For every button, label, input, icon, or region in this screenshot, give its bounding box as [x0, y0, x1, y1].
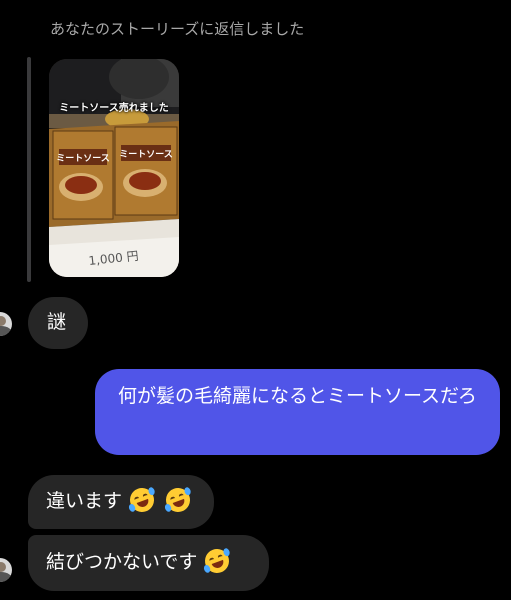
story-thumbnail[interactable]: ミートソース ミートソース 1,000 円 ミートソース売れました: [49, 59, 179, 277]
package-label-left: ミートソース: [56, 153, 110, 164]
message-text: 謎: [47, 311, 67, 333]
rolling-on-floor-laughing-emoji: [162, 484, 194, 516]
avatar-shoulders: [0, 572, 12, 582]
avatar-face: [0, 316, 6, 326]
message-bubble-outgoing[interactable]: 何が髪の毛綺麗になるとミートソースだろ: [95, 369, 500, 455]
story-caption: ミートソース売れました: [59, 103, 169, 114]
message-bubble-incoming[interactable]: 結びつかないです: [28, 535, 269, 591]
message-bubble-incoming[interactable]: 違います: [28, 475, 214, 529]
rolling-on-floor-laughing-emoji: [126, 484, 158, 516]
message-text: 違います: [46, 490, 123, 512]
message-text: 結びつかないです: [46, 551, 198, 573]
message-text: 何が髪の毛綺麗になるとミートソースだろ: [118, 385, 477, 407]
avatar[interactable]: [0, 312, 12, 336]
story-quote-bar: [27, 57, 31, 282]
avatar[interactable]: [0, 558, 12, 582]
message-bubble-incoming[interactable]: 謎: [28, 297, 88, 349]
avatar-shoulders: [0, 326, 12, 336]
story-photo: ミートソース ミートソース 1,000 円: [49, 59, 179, 277]
rolling-on-floor-laughing-emoji: [202, 545, 233, 577]
story-reply-header: あなたのストーリーズに返信しました: [50, 20, 305, 38]
avatar-face: [0, 562, 6, 572]
package-label-right: ミートソース: [119, 149, 173, 160]
